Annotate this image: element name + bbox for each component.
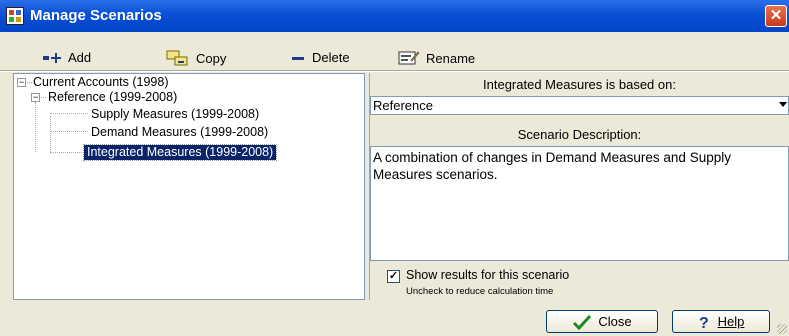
tree-item-reference[interactable]: Reference (1999-2008) (48, 90, 177, 105)
show-results-checkbox[interactable]: ✓ (387, 270, 400, 283)
toolbar-divider (0, 70, 789, 72)
svg-text:?: ? (699, 315, 709, 330)
title-bar: Manage Scenarios ✕ (0, 0, 789, 32)
window-title: Manage Scenarios (30, 7, 162, 24)
expander-reference[interactable]: − (31, 93, 40, 102)
delete-icon (292, 56, 304, 60)
rename-button[interactable]: Rename (398, 50, 475, 66)
close-label: Close (598, 314, 632, 329)
add-icon (43, 52, 61, 63)
based-on-label: Integrated Measures is based on: (483, 77, 676, 92)
tree-item-demand-measures[interactable]: Demand Measures (1999-2008) (91, 125, 268, 140)
copy-label: Copy (196, 50, 227, 66)
toolbar: Add Copy Delete Rename (0, 44, 789, 70)
chevron-down-icon[interactable] (779, 102, 787, 107)
scenario-description-field[interactable]: A combination of changes in Demand Measu… (370, 146, 789, 261)
help-icon: ? (699, 315, 709, 330)
rename-icon (398, 51, 420, 65)
check-icon (573, 314, 592, 330)
expander-current-accounts[interactable]: − (17, 78, 26, 87)
app-icon (6, 7, 24, 25)
show-results-hint: Uncheck to reduce calculation time (406, 286, 554, 297)
show-results-label: Show results for this scenario (406, 268, 570, 282)
add-button[interactable]: Add (42, 50, 91, 65)
tree-item-current-accounts[interactable]: Current Accounts (1998) (33, 75, 169, 90)
copy-button[interactable]: Copy (166, 50, 226, 66)
close-button[interactable]: Close (546, 310, 658, 333)
based-on-select[interactable]: Reference (370, 96, 789, 115)
delete-button[interactable]: Delete (290, 50, 350, 65)
add-label: Add (68, 50, 92, 65)
rename-label: Rename (426, 50, 476, 66)
tree-item-supply-measures[interactable]: Supply Measures (1999-2008) (91, 107, 259, 122)
tree-item-integrated-measures[interactable]: Integrated Measures (1999-2008) (82, 144, 278, 161)
close-icon[interactable]: ✕ (765, 5, 787, 27)
resize-grip[interactable] (777, 324, 787, 334)
copy-icon (166, 50, 188, 66)
help-label: Help (717, 314, 745, 329)
help-button[interactable]: ? Help (672, 310, 770, 333)
scenario-tree[interactable]: − Current Accounts (1998) − Reference (1… (13, 73, 365, 300)
description-label: Scenario Description: (517, 127, 642, 142)
based-on-value: Reference (373, 98, 433, 113)
delete-label: Delete (312, 50, 350, 65)
